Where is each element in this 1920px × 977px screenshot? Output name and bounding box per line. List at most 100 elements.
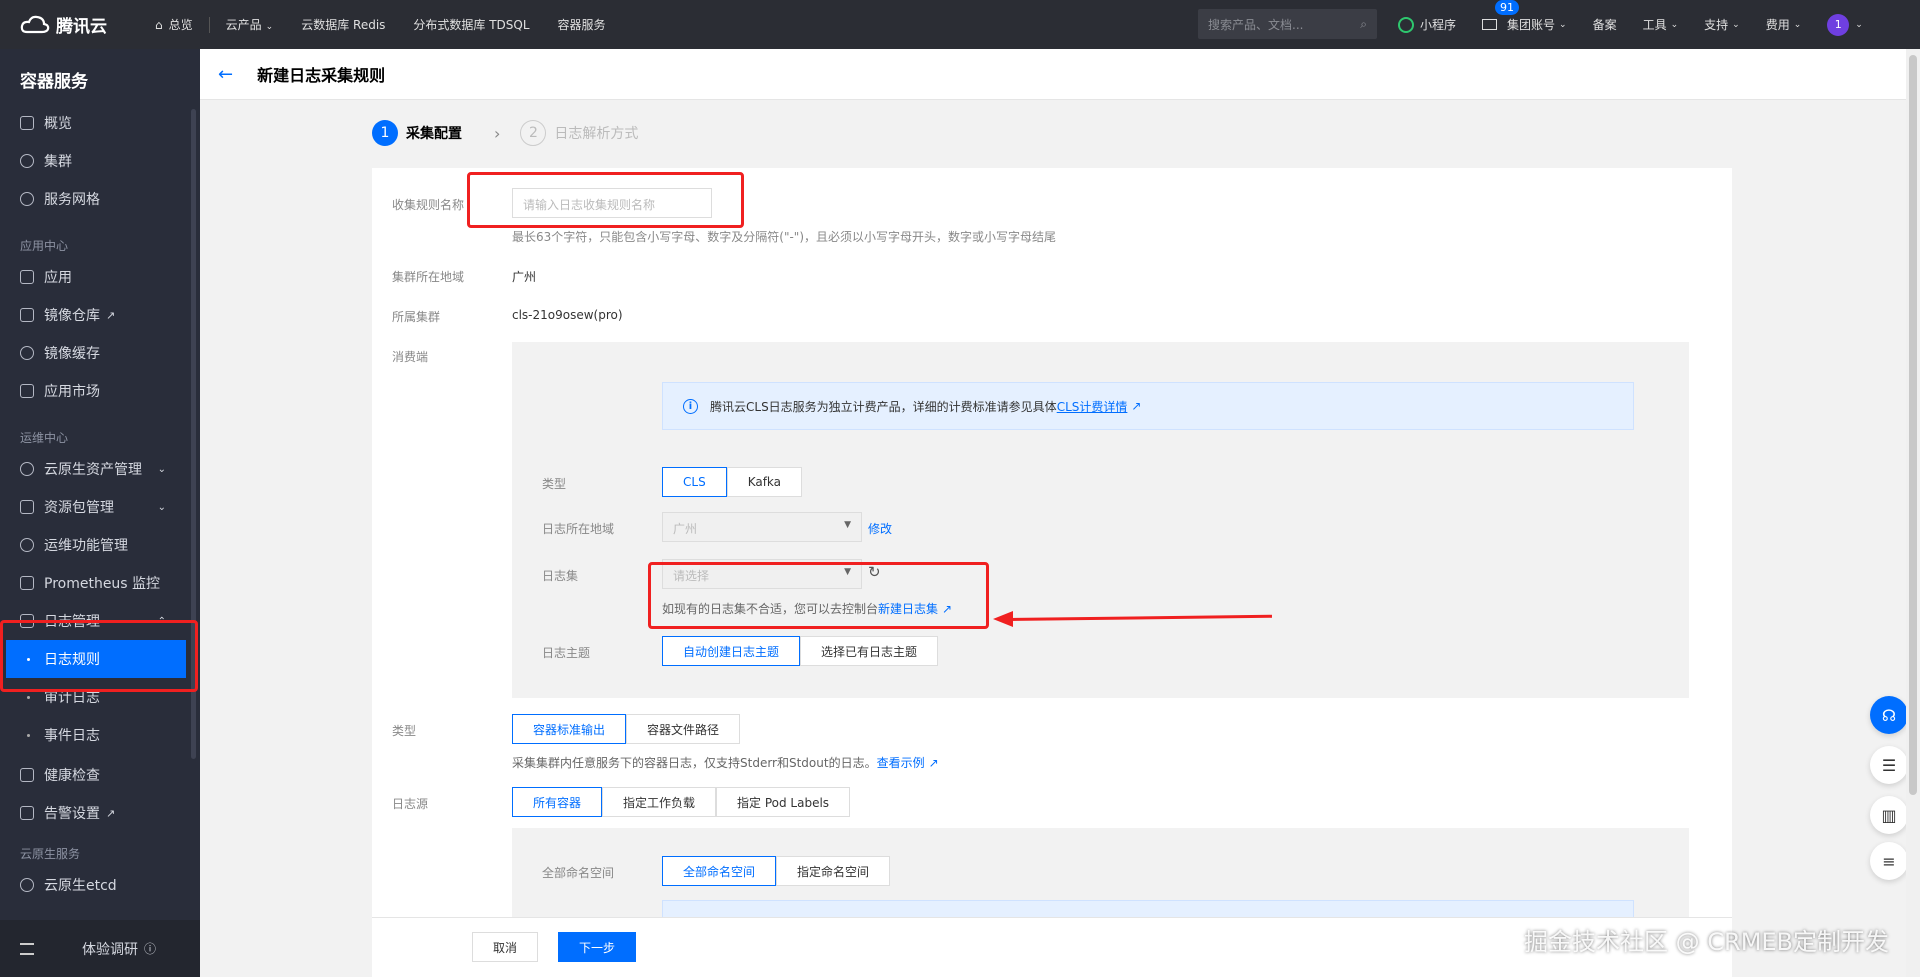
sidebar-item-assets[interactable]: 云原生资产管理 ⌄ [0, 450, 200, 488]
sidebar-item-alarm[interactable]: 告警设置 ↗ [0, 794, 200, 832]
sidebar-item-event-log[interactable]: 事件日志 [0, 716, 200, 754]
tencent-cloud-logo[interactable]: 腾讯云 [20, 12, 135, 37]
source-type-label: 类型 [392, 724, 417, 738]
sidebar-item-app[interactable]: 应用 [0, 258, 200, 296]
sidebar-item-cluster[interactable]: 集群 [0, 142, 200, 180]
survey-link[interactable]: 体验调研 [82, 939, 138, 959]
billing-menu[interactable]: 费用 ⌄ [1766, 16, 1802, 33]
group-label-ops: 运维中心 [20, 431, 69, 445]
sidebar-item-prometheus[interactable]: Prometheus 监控 [0, 564, 200, 602]
hexagon-icon [20, 154, 34, 168]
outline-icon[interactable]: ≡ [1870, 842, 1908, 880]
all-containers-option[interactable]: 所有容器 [512, 787, 603, 817]
avatar: 1 [1827, 13, 1850, 36]
tools-menu[interactable]: 工具 ⌄ [1643, 16, 1679, 33]
home-icon: ⌂ [155, 17, 163, 32]
customer-service-icon[interactable]: ☊ [1870, 696, 1908, 734]
support-menu[interactable]: 支持 ⌄ [1704, 16, 1740, 33]
sidebar-item-registry[interactable]: 镜像仓库 ↗ [0, 296, 200, 334]
annotation-box-logset [648, 562, 989, 629]
external-link-icon: ↗ [106, 308, 116, 322]
rule-name-hint: 最长63个字符，只能包含小写字母、数字及分隔符("-")，且必须以小写字母开头，… [512, 230, 1057, 244]
sidebar-item-etcd[interactable]: 云原生etcd [0, 866, 200, 904]
modify-region-link[interactable]: 修改 [868, 520, 892, 537]
sidebar-item-overview[interactable]: 概览 [0, 104, 200, 142]
annotation-arrow-head [993, 611, 1013, 627]
user-menu[interactable]: 1 ⌄ [1827, 13, 1863, 36]
sidebar-item-ops-features[interactable]: 运维功能管理 [0, 526, 200, 564]
consumer-label: 消费端 [392, 350, 429, 364]
gear-icon [20, 538, 34, 552]
back-arrow-icon[interactable]: ← [218, 64, 233, 85]
source-type-segment: 容器标准输出 容器文件路径 [512, 714, 741, 744]
log-region-select[interactable]: 广州 ▼ [662, 512, 862, 542]
cancel-button[interactable]: 取消 [472, 932, 538, 962]
bullet [27, 695, 30, 699]
billing-info-banner: i 腾讯云CLS日志服务为独立计费产品，详细的计费标准请参见具体 CLS计费详情… [662, 382, 1634, 430]
file-path-option[interactable]: 容器文件路径 [626, 714, 741, 744]
log-region-value: 广州 [673, 522, 698, 536]
sidebar-item-image-cache[interactable]: 镜像缓存 [0, 334, 200, 372]
miniprogram-link[interactable]: 小程序 [1398, 16, 1456, 33]
home-label: 总览 [168, 18, 193, 32]
chevron-right-icon: › [494, 123, 501, 143]
nav-container[interactable]: 容器服务 [558, 16, 606, 33]
namespace-info-banner [662, 900, 1634, 917]
group-label-app: 应用中心 [20, 239, 69, 253]
home-link[interactable]: ⌂ 总览 [155, 16, 193, 33]
cache-icon [20, 346, 34, 360]
miniprogram-icon [1398, 16, 1414, 33]
caret-down-icon: ▼ [844, 520, 851, 530]
chevron-down-icon: ⌄ [1732, 19, 1740, 30]
type-kafka-option[interactable]: Kafka [726, 467, 803, 497]
pod-labels-option[interactable]: 指定 Pod Labels [716, 787, 851, 817]
collapse-menu-icon[interactable] [20, 942, 34, 955]
chevron-down-icon: ⌄ [1793, 19, 1802, 30]
workload-option[interactable]: 指定工作负载 [602, 787, 717, 817]
chevron-down-icon: ⌄ [1855, 19, 1863, 30]
external-link-icon: ↗ [928, 756, 939, 770]
auto-create-topic-option[interactable]: 自动创建日志主题 [662, 636, 801, 666]
form-card: 收集规则名称 请输入日志收集规则名称 最长63个字符，只能包含小写字母、数字及分… [372, 168, 1732, 917]
mail-badge: 91 [1495, 0, 1520, 15]
search-input[interactable]: 搜索产品、文档... ⌕ [1198, 9, 1377, 39]
external-link-icon: ↗ [1131, 399, 1142, 413]
search-icon[interactable]: ⌕ [1360, 17, 1367, 32]
search-placeholder: 搜索产品、文档... [1208, 17, 1304, 32]
book-icon[interactable]: ▥ [1870, 796, 1908, 834]
all-namespaces-option[interactable]: 全部命名空间 [662, 856, 777, 886]
scrollbar-thumb[interactable] [1909, 55, 1917, 795]
step-2-label: 日志解析方式 [554, 126, 639, 142]
filing-link[interactable]: 备案 [1593, 16, 1617, 33]
doc-list-icon[interactable]: ☰ [1870, 746, 1908, 784]
nav-products[interactable]: 云产品 ⌄ [226, 16, 274, 33]
cls-billing-link[interactable]: CLS计费详情 [1057, 398, 1128, 415]
select-existing-topic-option[interactable]: 选择已有日志主题 [800, 636, 939, 666]
brand-name: 腾讯云 [56, 17, 107, 37]
app-icon [20, 270, 34, 284]
nav-redis[interactable]: 云数据库 Redis [301, 16, 385, 33]
step-2-number: 2 [520, 120, 547, 146]
view-example-link[interactable]: 查看示例 [877, 756, 925, 770]
external-link-icon: ↗ [106, 806, 116, 820]
page-scrollbar[interactable] [1906, 49, 1920, 977]
mesh-icon [20, 192, 34, 206]
namespace-segment: 全部命名空间 指定命名空间 [662, 856, 891, 886]
mail-button[interactable]: 91 集团账号 ⌄ [1482, 0, 1567, 33]
sidebar-item-mesh[interactable]: 服务网格 [0, 180, 200, 218]
sidebar-item-resource-pack[interactable]: 资源包管理 ⌄ [0, 488, 200, 526]
type-cls-option[interactable]: CLS [662, 467, 727, 497]
info-icon: i [683, 398, 698, 414]
log-source-segment: 所有容器 指定工作负载 指定 Pod Labels [512, 787, 851, 817]
next-button[interactable]: 下一步 [558, 932, 636, 962]
step-1-label: 采集配置 [406, 126, 462, 142]
source-type-hint: 采集集群内任意服务下的容器日志，仅支持Stderr和Stdout的日志。查看示例… [512, 756, 939, 770]
specific-namespace-option[interactable]: 指定命名空间 [776, 856, 891, 886]
sidebar-item-market[interactable]: 应用市场 [0, 372, 200, 410]
sidebar: 容器服务 概览 集群 服务网格 应用中心 应用 镜像仓库 ↗ 镜像缓存 应用市场 … [0, 49, 200, 977]
sidebar-item-health-check[interactable]: 健康检查 [0, 756, 200, 794]
nav-tdsql[interactable]: 分布式数据库 TDSQL [413, 16, 529, 33]
sidebar-title: 容器服务 [20, 72, 88, 92]
stdout-option[interactable]: 容器标准输出 [512, 714, 627, 744]
consumer-type-segment: CLS Kafka [662, 467, 803, 497]
